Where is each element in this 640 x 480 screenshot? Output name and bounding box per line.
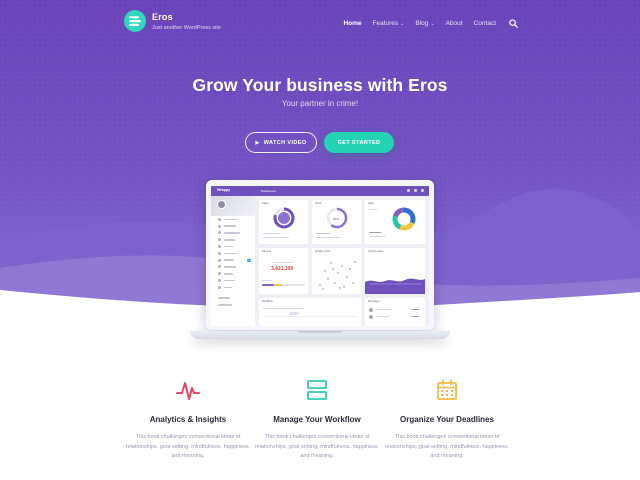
chevron-down-icon: ⌄ (430, 20, 435, 27)
sidebar-badge (247, 258, 251, 262)
weekly-scatter (319, 261, 356, 290)
hero-subtitle: Your partner in crime! (281, 99, 359, 108)
nav-label: Blog (415, 20, 429, 27)
nav-label: Features (372, 20, 399, 27)
feature-description: This book challenges conventional ideas … (125, 434, 251, 459)
calendar-icon (437, 379, 457, 400)
nav-item-blog[interactable]: Blog ⌄ (415, 20, 434, 27)
sales-donut (273, 207, 295, 229)
app-topbar: Wrappy Dashboard (211, 186, 429, 196)
main-nav: Home Features ⌄ Blog ⌄ About Contact (332, 19, 518, 28)
card-title: Weekly visits (315, 250, 330, 253)
get-started-label: GET STARTED (337, 139, 381, 146)
nav-label: About (445, 20, 463, 27)
app-topbar-icons (407, 189, 424, 192)
nav-item-about[interactable]: About (446, 20, 463, 27)
hero-title: Grow Your business with Eros (192, 75, 448, 95)
search-icon[interactable] (509, 19, 518, 28)
workflow-boxes-icon (307, 380, 327, 400)
card-title: Workflow (262, 300, 273, 303)
app-brand: Wrappy (217, 188, 231, 192)
sidebar-profile (211, 196, 255, 216)
logo-icon (124, 10, 146, 32)
total-revenue-card: Total revenue (365, 248, 425, 294)
nav-item-home[interactable]: Home (343, 20, 361, 27)
get-started-button[interactable]: GET STARTED (324, 132, 394, 153)
sales-card: Sales (259, 200, 308, 244)
app-page-title: Dashboard (261, 188, 276, 193)
watch-video-label: WATCH VIDEO (263, 139, 307, 146)
play-icon: ▶ (255, 139, 260, 146)
nav-item-contact[interactable]: Contact (474, 20, 496, 27)
chevron-down-icon: ⌄ (400, 20, 405, 27)
sells-card: Sells (365, 200, 425, 244)
messages-card: Messages (365, 298, 425, 326)
app-sidebar (211, 196, 255, 326)
feature-title: Organize Your Deadlines (400, 415, 494, 424)
visits-card: Visits 60% (312, 200, 361, 244)
nav-item-features[interactable]: Features ⌄ (373, 20, 405, 27)
site-tagline: Just another WordPress site (152, 24, 221, 31)
laptop-screen: Wrappy Dashboard Sales Visits 60% Sells … (211, 186, 429, 326)
feature-description: This book challenges conventional ideas … (384, 434, 510, 459)
pulse-chart-icon (176, 382, 200, 400)
workflow-card: Workflow (259, 298, 361, 326)
avatar (217, 200, 226, 209)
card-title: Returns (262, 250, 272, 253)
visits-percent: 60% (333, 217, 340, 221)
card-title: Total revenue (368, 250, 384, 253)
feature-description: This book challenges conventional ideas … (254, 434, 380, 459)
sells-donut (392, 207, 416, 231)
nav-label: Contact (473, 20, 496, 27)
laptop-notch (298, 331, 342, 333)
feature-title: Manage Your Workflow (273, 415, 361, 424)
revenue-area-chart (365, 278, 425, 294)
watch-video-button[interactable]: ▶ WATCH VIDEO (245, 132, 317, 153)
card-title: Sales (262, 202, 269, 205)
feature-title: Analytics & Insights (149, 415, 227, 424)
card-title: Sells (368, 202, 374, 205)
revenue-value: 3,421,100 (271, 266, 294, 272)
card-title: Visits (315, 202, 322, 205)
site-logo[interactable]: Eros Just another WordPress site (124, 10, 221, 32)
revenue-card: Returns 3,421,100 (259, 248, 308, 294)
dashboard-mockup: Wrappy Dashboard Sales Visits 60% Sells … (206, 180, 434, 330)
site-name: Eros (152, 11, 173, 22)
nav-label: Home (343, 20, 362, 27)
card-title: Messages (368, 300, 380, 303)
weekly-visits-card: Weekly visits (312, 248, 361, 294)
